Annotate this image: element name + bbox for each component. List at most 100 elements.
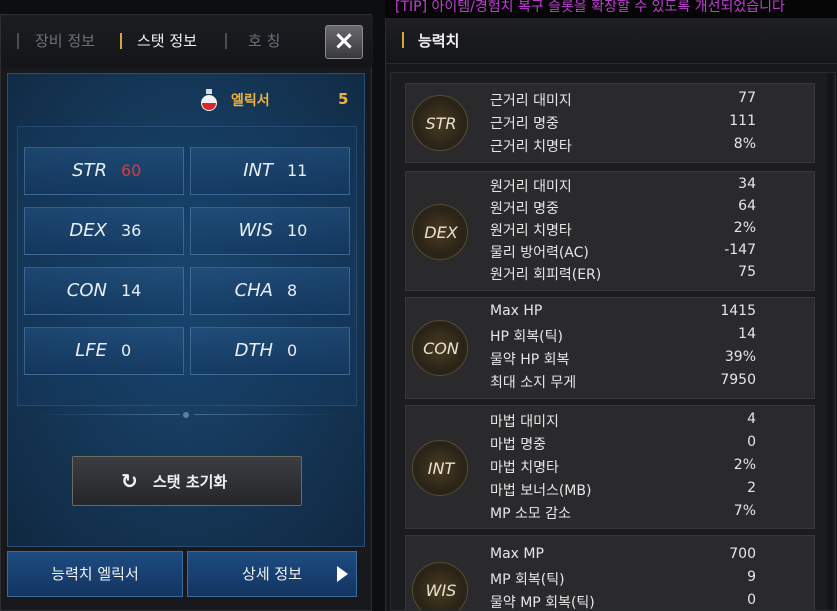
divider-right — [194, 414, 344, 415]
stat-box-con[interactable]: CON 14 — [24, 267, 184, 315]
stat-box-dth[interactable]: DTH 0 — [190, 327, 350, 375]
ability-list[interactable]: STR 근거리 대미지 77 근거리 명중 111 근거리 치명타 8% DEX… — [390, 72, 836, 611]
elixir-count: 5 — [338, 90, 349, 108]
ability-title: 능력치 — [418, 32, 460, 50]
tip-banner: [TIP] 아이템/경험치 복구 슬롯을 확장할 수 있도록 개선되었습니다 — [385, 0, 837, 18]
category-label: STR — [425, 114, 457, 133]
ability-value: 7950 — [720, 372, 756, 388]
ability-name: 원거리 명중 — [490, 201, 559, 217]
elixir-label: 엘릭서 — [231, 93, 270, 109]
stat-value: 8 — [287, 281, 298, 300]
stat-name: CON — [66, 280, 107, 301]
stat-value: 0 — [287, 341, 298, 360]
ability-name: HP 회복(틱) — [490, 329, 563, 345]
stat-reset-label: 스탯 초기화 — [153, 473, 228, 491]
stat-grid: STR 60 INT 11 DEX 36 WIS 10 CON 14 CHA 8… — [17, 126, 357, 406]
stat-info-window: 장비 정보 스탯 정보 호 칭 × 엘릭서 5 STR 60 INT 11 DE… — [0, 14, 373, 611]
ability-name: 근거리 명중 — [490, 116, 559, 132]
ability-name: 마법 보너스(MB) — [490, 483, 592, 499]
ability-value: 0 — [747, 434, 756, 450]
category-label: DEX — [424, 223, 458, 242]
tab-bar: 장비 정보 스탯 정보 호 칭 × — [1, 15, 373, 67]
ability-value: 34 — [738, 176, 756, 192]
close-icon: × — [333, 26, 355, 56]
ability-name: 마법 명중 — [490, 437, 546, 453]
ability-value: -147 — [724, 242, 756, 258]
stat-value: 60 — [121, 161, 142, 180]
ability-name: Max MP — [490, 546, 544, 562]
category-dex: DEX 원거리 대미지 34 원거리 명중 64 원거리 치명타 2% 물리 방… — [405, 171, 815, 291]
detail-info-button[interactable]: 상세 정보 — [187, 551, 357, 597]
tab-separator — [17, 33, 19, 49]
ability-name: MP 소모 감소 — [490, 506, 571, 522]
ability-name: 마법 치명타 — [490, 460, 559, 476]
scrollbar[interactable] — [827, 73, 833, 610]
divider-left — [30, 414, 180, 415]
stat-value: 11 — [287, 161, 308, 180]
ability-value: 111 — [729, 113, 756, 129]
ability-value: 7% — [733, 503, 756, 519]
category-label: CON — [423, 339, 459, 358]
ability-value: 39% — [724, 349, 756, 365]
category-con: CON Max HP 1415 HP 회복(틱) 14 물약 HP 회복 39%… — [405, 297, 815, 399]
tab-title[interactable]: 호 칭 — [248, 29, 280, 53]
tab-stat-info[interactable]: 스탯 정보 — [137, 29, 197, 53]
stat-value: 0 — [121, 341, 132, 360]
ability-name: MP 회복(틱) — [490, 572, 565, 588]
ability-name: 근거리 치명타 — [490, 139, 572, 155]
stat-box-cha[interactable]: CHA 8 — [190, 267, 350, 315]
ability-name: 원거리 회피력(ER) — [490, 267, 602, 283]
potion-icon — [201, 89, 217, 111]
ability-name: 물약 HP 회복 — [490, 352, 570, 368]
stat-name: STR — [72, 160, 107, 181]
ability-name: 물약 MP 회복(틱) — [490, 595, 595, 611]
ability-value: 9 — [747, 569, 756, 585]
stat-box-dex[interactable]: DEX 36 — [24, 207, 184, 255]
category-str: STR 근거리 대미지 77 근거리 명중 111 근거리 치명타 8% — [405, 83, 815, 163]
ability-name: 근거리 대미지 — [490, 93, 572, 109]
ability-name: 물리 방어력(AC) — [490, 245, 589, 261]
arrow-right-icon — [337, 566, 348, 582]
stat-name: WIS — [238, 220, 273, 241]
category-label: WIS — [425, 581, 457, 600]
stat-value: 10 — [287, 221, 308, 240]
ability-value: 700 — [729, 546, 756, 562]
stat-elixir-button[interactable]: 능력치 엘릭서 — [7, 551, 183, 597]
category-label: INT — [427, 459, 455, 478]
stat-name: LFE — [75, 340, 107, 361]
stat-box-lfe[interactable]: LFE 0 — [24, 327, 184, 375]
ability-value: 75 — [738, 264, 756, 280]
stat-value: 36 — [121, 221, 142, 240]
game-ui-root: [TIP] 아이템/경험치 복구 슬롯을 확장할 수 있도록 개선되었습니다 장… — [0, 0, 837, 611]
stat-box-int[interactable]: INT 11 — [190, 147, 350, 195]
category-wis: WIS Max MP 700 MP 회복(틱) 9 물약 MP 회복(틱) 0 — [405, 535, 815, 611]
ability-name: 마법 대미지 — [490, 414, 559, 430]
ability-value: 4 — [747, 411, 756, 427]
ability-value: 2% — [733, 457, 756, 473]
stat-box-str[interactable]: STR 60 — [24, 147, 184, 195]
ability-value: 14 — [738, 326, 756, 342]
stat-value: 14 — [121, 281, 142, 300]
stat-name: DEX — [69, 220, 107, 241]
tab-separator — [225, 33, 227, 49]
stat-name: CHA — [234, 280, 273, 301]
elixir-row: 엘릭서 5 — [8, 86, 366, 114]
ability-name: 최대 소지 무게 — [490, 375, 577, 391]
ability-value: 0 — [747, 592, 756, 608]
detail-info-label: 상세 정보 — [242, 565, 302, 583]
ability-header: 능력치 — [386, 18, 837, 64]
tab-equipment-info[interactable]: 장비 정보 — [35, 29, 95, 53]
ability-window: 능력치 STR 근거리 대미지 77 근거리 명중 111 근거리 치명타 8%… — [385, 18, 837, 611]
ability-value: 77 — [738, 90, 756, 106]
ability-value: 1415 — [720, 303, 756, 319]
stat-reset-button[interactable]: ↻ 스탯 초기화 — [72, 456, 302, 506]
tab-separator-active — [120, 33, 122, 49]
ability-name: Max HP — [490, 303, 543, 319]
ability-name: 원거리 대미지 — [490, 179, 572, 195]
ability-name: 원거리 치명타 — [490, 223, 572, 239]
ability-value: 64 — [738, 198, 756, 214]
stat-panel: 엘릭서 5 STR 60 INT 11 DEX 36 WIS 10 CON 14… — [7, 73, 365, 547]
stat-name: INT — [243, 160, 273, 181]
close-button[interactable]: × — [325, 25, 363, 59]
stat-box-wis[interactable]: WIS 10 — [190, 207, 350, 255]
